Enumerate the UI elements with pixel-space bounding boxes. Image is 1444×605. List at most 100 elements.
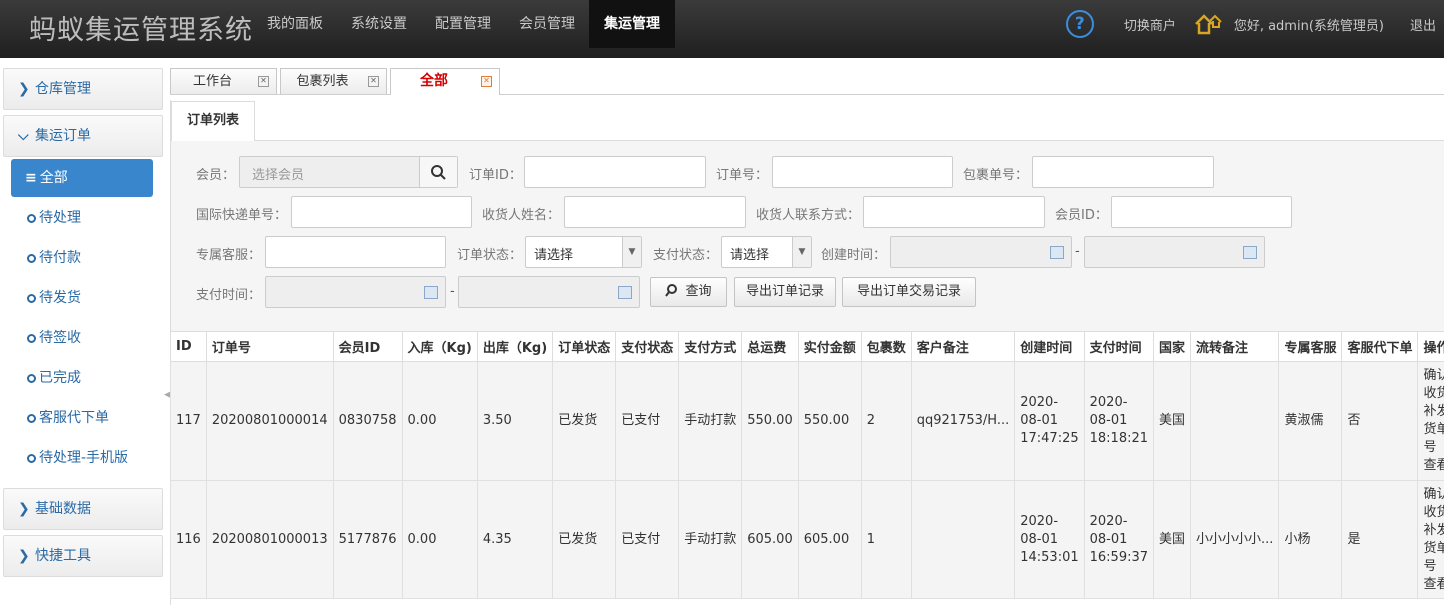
column-header[interactable]: ID — [170, 331, 207, 362]
nav-shipping[interactable]: 集运管理 — [589, 0, 675, 48]
close-icon[interactable]: ✕ — [368, 76, 379, 87]
paid-start-input[interactable] — [265, 276, 446, 308]
column-header[interactable]: 订单号 — [205, 331, 334, 362]
column-header[interactable]: 包裹数 — [860, 331, 912, 362]
cell-id: 116 — [170, 480, 207, 599]
order-status-link[interactable]: 已发货 — [552, 480, 617, 599]
column-header[interactable]: 国家 — [1153, 331, 1192, 362]
confirm-receipt-link[interactable]: 收货 — [1423, 504, 1444, 522]
user-greeting[interactable]: 您好, admin(系统管理员) — [1234, 15, 1384, 34]
sidebar-group-label: 仓库管理 — [35, 81, 91, 97]
sidebar-group-shipping-orders[interactable]: ⌵ 集运订单 — [3, 115, 163, 157]
nav-config[interactable]: 配置管理 — [421, 0, 505, 48]
sidebar-item-pending-mobile[interactable]: 待处理-手机版 — [0, 440, 164, 476]
table-row[interactable]: 117 20200801000014 0830758 0.00 3.50 已发货… — [170, 361, 1444, 481]
sidebar-group-quick-tools[interactable]: ❯ 快捷工具 — [3, 535, 163, 577]
sidebar-item-pending[interactable]: 待处理 — [0, 200, 164, 236]
column-header[interactable]: 支付方式 — [678, 331, 743, 362]
column-header[interactable]: 专属客服 — [1278, 331, 1343, 362]
sidebar-group-base-data[interactable]: ❯ 基础数据 — [3, 488, 163, 530]
view-link[interactable]: 查看 — [1423, 576, 1444, 594]
view-link[interactable]: 查看 — [1423, 457, 1444, 475]
calendar-icon[interactable] — [1050, 246, 1064, 259]
sidebar-item-to-sign[interactable]: 待签收 — [0, 320, 164, 356]
member-id-input[interactable] — [1111, 196, 1292, 228]
intl-tracking-input[interactable] — [291, 196, 472, 228]
column-header[interactable]: 总运费 — [741, 331, 799, 362]
resend-tracking-link[interactable]: 补发 — [1423, 522, 1444, 540]
column-header[interactable]: 会员ID — [332, 331, 403, 362]
sidebar-item-unpaid[interactable]: 待付款 — [0, 240, 164, 276]
package-no-input[interactable] — [1032, 156, 1214, 188]
tab-package-list[interactable]: 包裹列表 ✕ — [280, 68, 387, 94]
export-transactions-button[interactable]: 导出订单交易记录 — [842, 277, 976, 307]
column-header[interactable]: 操作 — [1417, 331, 1444, 362]
confirm-receipt-link[interactable]: 确认 — [1423, 486, 1444, 504]
confirm-receipt-link[interactable]: 收货 — [1423, 385, 1444, 403]
created-start-input[interactable] — [890, 236, 1072, 268]
export-orders-button[interactable]: 导出订单记录 — [734, 277, 836, 307]
member-select-input[interactable]: 选择会员 — [239, 156, 458, 188]
column-header[interactable]: 创建时间 — [1014, 331, 1085, 362]
cs-link[interactable]: 黄淑儒 — [1278, 361, 1343, 481]
sidebar-group-warehouse[interactable]: ❯ 仓库管理 — [3, 68, 163, 110]
column-header[interactable]: 支付时间 — [1083, 331, 1155, 362]
paid-end-input[interactable] — [458, 276, 640, 308]
query-button[interactable]: 查询 — [650, 277, 727, 307]
column-header[interactable]: 客户备注 — [910, 331, 1016, 362]
sidebar-item-cs-order[interactable]: 客服代下单 — [0, 400, 164, 436]
switch-merchant-link[interactable]: 切换商户 — [1124, 15, 1176, 34]
orders-table: ID 订单号 会员ID 入库（Kg) 出库（Kg) 订单状态 支付状态 支付方式… — [170, 331, 1444, 599]
nav-members[interactable]: 会员管理 — [505, 0, 589, 48]
nav-system-settings[interactable]: 系统设置 — [337, 0, 421, 48]
resend-tracking-link[interactable]: 货单 — [1423, 540, 1444, 558]
calendar-icon[interactable] — [1243, 246, 1257, 259]
created-end-input[interactable] — [1084, 236, 1265, 268]
order-no-link[interactable]: 20200801000013 — [205, 480, 334, 599]
pay-status-select[interactable]: 请选择 ▼ — [721, 236, 812, 268]
resend-tracking-link[interactable]: 货单 — [1423, 421, 1444, 439]
table-row[interactable]: 116 20200801000013 5177876 0.00 4.35 已发货… — [170, 480, 1444, 599]
cs-input[interactable] — [265, 236, 446, 268]
resend-tracking-link[interactable]: 号 — [1423, 439, 1444, 457]
order-status-link[interactable]: 已发货 — [552, 361, 617, 481]
member-search-button[interactable] — [419, 157, 457, 187]
close-icon[interactable]: ✕ — [481, 76, 492, 87]
pay-status-link[interactable]: 已支付 — [615, 480, 680, 599]
circle-arrow-icon — [27, 214, 36, 223]
order-no-link[interactable]: 20200801000014 — [205, 361, 334, 481]
column-header[interactable]: 实付金额 — [797, 331, 862, 362]
cell-flow-note: 小小小小小... — [1190, 480, 1280, 599]
sidebar-item-to-ship[interactable]: 待发货 — [0, 280, 164, 316]
close-icon[interactable]: ✕ — [258, 76, 269, 87]
order-no-input[interactable] — [772, 156, 953, 188]
receiver-name-input[interactable] — [564, 196, 746, 228]
paid-label: 支付时间： — [196, 288, 262, 303]
calendar-icon[interactable] — [618, 286, 632, 299]
cs-link[interactable]: 小杨 — [1278, 480, 1343, 599]
order-status-select[interactable]: 请选择 ▼ — [525, 236, 642, 268]
help-icon[interactable]: ? — [1065, 10, 1094, 38]
tab-order-list[interactable]: 订单列表 — [171, 101, 255, 142]
tab-workbench[interactable]: 工作台 ✕ — [170, 68, 277, 94]
order-id-input[interactable] — [524, 156, 706, 188]
column-header[interactable]: 入库（Kg) — [401, 331, 478, 362]
pay-status-link[interactable]: 已支付 — [615, 361, 680, 481]
cell-cs-order: 是 — [1341, 480, 1419, 599]
sidebar-item-completed[interactable]: 已完成 — [0, 360, 164, 396]
range-dash: - — [1075, 244, 1080, 259]
column-header[interactable]: 订单状态 — [552, 331, 617, 362]
column-header[interactable]: 客服代下单 — [1341, 331, 1419, 362]
column-header[interactable]: 出库（Kg) — [476, 331, 554, 362]
confirm-receipt-link[interactable]: 确认 — [1423, 367, 1444, 385]
resend-tracking-link[interactable]: 补发 — [1423, 403, 1444, 421]
sidebar-item-all[interactable]: ≡ 全部 — [11, 159, 153, 197]
logout-link[interactable]: 退出 — [1410, 15, 1436, 34]
calendar-icon[interactable] — [424, 286, 438, 299]
nav-dashboard[interactable]: 我的面板 — [253, 0, 337, 48]
column-header[interactable]: 支付状态 — [615, 331, 680, 362]
receiver-contact-input[interactable] — [863, 196, 1045, 228]
resend-tracking-link[interactable]: 号 — [1423, 558, 1444, 576]
tab-all[interactable]: 全部 ✕ — [390, 68, 500, 95]
column-header[interactable]: 流转备注 — [1190, 331, 1280, 362]
